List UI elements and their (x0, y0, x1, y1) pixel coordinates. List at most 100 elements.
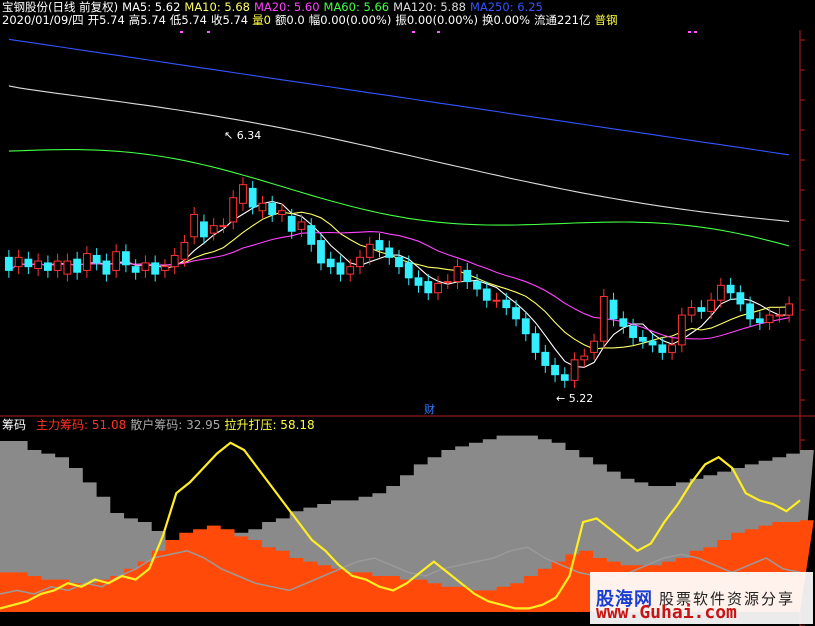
candle-body (697, 307, 706, 312)
candle (200, 214, 208, 245)
candle (43, 255, 52, 278)
candle-body (619, 318, 628, 327)
candle-body (453, 266, 462, 283)
candle (541, 344, 550, 373)
candle-body (375, 240, 384, 251)
candle (122, 244, 130, 273)
ma250-line (8, 38, 790, 156)
candle-body (336, 262, 345, 275)
candle-body (512, 307, 520, 320)
candle (375, 233, 384, 258)
candle-body (14, 256, 23, 268)
candle-body (43, 262, 52, 271)
candle (453, 259, 462, 290)
candle-body (726, 284, 735, 294)
candle-body (395, 256, 403, 268)
candle (102, 253, 111, 282)
candle-body (287, 215, 296, 232)
ma120-line (8, 85, 790, 222)
quote-bar: 2020/01/09/四 开5.74 高5.74 低5.74 收5.74 量0 额0.0 幅0… (2, 13, 621, 27)
candle-body (531, 333, 540, 353)
candle (112, 244, 121, 278)
candle (443, 274, 452, 290)
candle-body (541, 351, 550, 366)
candle (492, 292, 501, 308)
candle (346, 259, 355, 282)
candle-body (677, 314, 686, 346)
high-price-label: ↖ 6.34 (224, 129, 262, 142)
quote-item-5: 量0 (252, 13, 271, 27)
candle-body (580, 355, 589, 361)
candle-body (638, 336, 647, 342)
candle (151, 255, 160, 282)
candle (258, 195, 267, 219)
candle (755, 311, 764, 331)
candle (24, 251, 33, 275)
stock-title: 宝钢股份(日线 前复权) (2, 0, 119, 14)
candle-body (736, 292, 745, 305)
kline-chart[interactable] (0, 0, 815, 626)
candle-body (560, 374, 569, 381)
candle-body (648, 340, 657, 346)
candle (765, 307, 774, 331)
candle-body (599, 295, 608, 342)
candle (170, 248, 179, 275)
candle-body (443, 281, 452, 284)
candle (551, 357, 559, 383)
candle (229, 190, 238, 230)
candle-body (482, 288, 491, 301)
low-price-label: ← 5.22 (556, 392, 594, 405)
candle (82, 246, 91, 278)
candle-body (775, 314, 784, 317)
candle-body (365, 243, 374, 258)
ma-legend-item-5: MA250: 6.25 (469, 0, 543, 14)
candle-body (278, 210, 286, 215)
candle (92, 248, 101, 271)
candle-body (404, 262, 413, 279)
candle-body (131, 266, 140, 273)
candle (190, 207, 199, 245)
candle-body (239, 184, 247, 204)
candle (697, 300, 706, 319)
candle-body (385, 247, 394, 258)
candle-body (765, 314, 774, 324)
quote-item-2: 高5.74 (128, 13, 166, 27)
candle-body (570, 359, 579, 381)
candle (414, 270, 423, 293)
candle-body (180, 241, 189, 260)
quote-item-7: 幅0.00(0.00%) (308, 13, 392, 27)
event-dot (180, 31, 183, 33)
candle (668, 337, 677, 360)
candle (629, 318, 637, 345)
quote-item-8: 振0.00(0.00%) (395, 13, 478, 27)
ma-legend-item-1: MA10: 5.68 (184, 0, 250, 14)
ma-legend: MA5: 5.62 MA10: 5.68 MA20: 5.60 MA60: 5.66 M… (122, 0, 547, 14)
candle (638, 330, 647, 349)
candle-body (746, 303, 755, 320)
candle-body (629, 325, 637, 338)
candle-body (161, 266, 169, 271)
candle-body (356, 256, 364, 268)
candle-body (609, 299, 618, 320)
candle (512, 300, 520, 327)
candle-body (258, 202, 267, 212)
candle-body (551, 364, 559, 376)
candle-body (414, 277, 423, 286)
candle (268, 195, 277, 222)
candle (619, 311, 628, 334)
candle-body (755, 318, 764, 324)
candle (14, 249, 23, 275)
candle-body (151, 262, 160, 275)
indicator-name: 筹码 (2, 418, 27, 432)
candle (395, 249, 403, 275)
candle (161, 259, 169, 278)
candle-body (122, 251, 130, 266)
candle (141, 255, 150, 278)
event-marker[interactable]: 财 (424, 401, 435, 417)
candlestick-series (4, 177, 794, 388)
candle (726, 277, 735, 301)
candle (590, 333, 598, 360)
candle (131, 259, 140, 280)
candle-body (219, 225, 228, 228)
candle-body (248, 187, 257, 208)
